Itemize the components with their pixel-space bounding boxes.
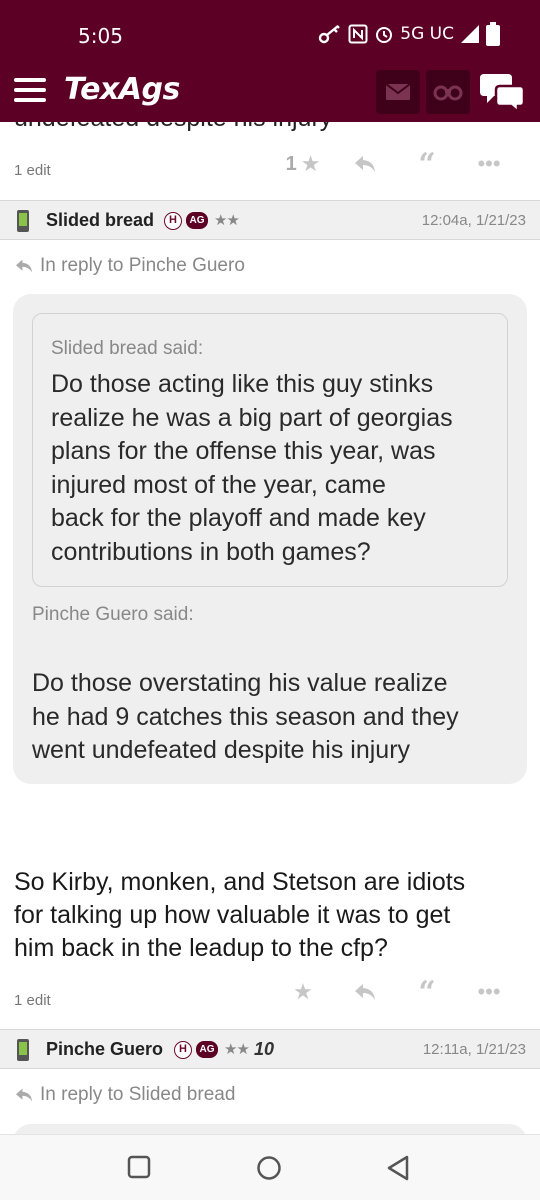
reply-icon	[16, 259, 32, 273]
quote-author: Pinche Guero said:	[32, 604, 194, 625]
post-actions: ★ “ •••	[272, 974, 520, 1010]
post-header: Slided bread H AG ★★ 12:04a, 1/21/23	[0, 200, 540, 240]
post-username[interactable]: Slided bread	[46, 210, 154, 231]
quote-button[interactable]: “	[396, 974, 458, 1010]
more-icon: •••	[477, 151, 501, 176]
post-footer: 1 edit ★ “ •••	[0, 972, 540, 1032]
quote-text: Do those overstating his value realize h…	[32, 669, 459, 764]
reply-icon	[355, 156, 375, 172]
hamburger-icon[interactable]	[14, 78, 46, 102]
system-nav-bar	[0, 1134, 540, 1200]
reply-button[interactable]	[334, 146, 396, 182]
mobile-device-icon	[17, 210, 29, 232]
star-button[interactable]: ★	[272, 974, 334, 1010]
more-button[interactable]: •••	[458, 146, 520, 182]
previous-post-footer: 1 edit 1 ★ “ •••	[0, 142, 540, 202]
post-username[interactable]: Pinche Guero	[46, 1039, 163, 1060]
reply-icon	[355, 984, 375, 1000]
home-icon[interactable]	[256, 1155, 282, 1181]
quote-icon: “	[418, 146, 436, 182]
mobile-device-icon	[17, 1039, 29, 1061]
chat-bubbles-icon[interactable]	[480, 72, 526, 112]
quote-block: Slided bread said: Do those acting like …	[13, 294, 527, 784]
nfc-icon	[348, 24, 368, 44]
post-timestamp[interactable]: 12:04a, 1/21/23	[422, 212, 526, 229]
rank-stars: ★★	[224, 1041, 250, 1058]
post-header: Pinche Guero H AG ★★ 10 12:11a, 1/21/23	[0, 1029, 540, 1069]
alarm-icon	[376, 27, 393, 43]
recents-icon[interactable]	[127, 1155, 151, 1179]
thread-content: undefeated despite his injury 1 edit 1★ …	[0, 122, 540, 1134]
star-icon: ★	[300, 151, 321, 176]
binoculars-icon	[433, 85, 463, 101]
signal-icon	[461, 25, 479, 43]
star-icon: ★	[293, 979, 313, 1004]
ag-badge: AG	[196, 1041, 218, 1058]
mail-icon	[385, 83, 411, 100]
vpn-key-icon	[319, 25, 341, 44]
reply-to-label: In reply to Pinche Guero	[40, 255, 245, 276]
post-actions: 1 ★ “ •••	[272, 146, 520, 182]
messages-button[interactable]	[376, 70, 420, 114]
reply-to-label: In reply to Slided bread	[40, 1084, 236, 1105]
post-timestamp[interactable]: 12:11a, 1/21/23	[423, 1041, 526, 1058]
back-icon[interactable]	[386, 1155, 410, 1181]
ag-badge: AG	[186, 212, 208, 229]
reply-button[interactable]	[334, 974, 396, 1010]
quote-block	[13, 1124, 527, 1134]
reply-icon	[16, 1088, 32, 1102]
rank-stars: ★★	[214, 212, 240, 229]
watched-threads-button[interactable]	[426, 70, 470, 114]
nested-quote-author: Slided bread said:	[51, 338, 204, 359]
h-badge: H	[174, 1041, 192, 1059]
previous-post-text: undefeated despite his injury	[14, 122, 332, 133]
quote-button[interactable]: “	[396, 146, 458, 182]
in-reply-to[interactable]: In reply to Slided bread	[14, 1084, 235, 1106]
nested-quote: Slided bread said: Do those acting like …	[32, 313, 508, 587]
app-header: TexAgs	[0, 60, 540, 122]
status-icons: 5G UC	[318, 22, 500, 46]
network-type: 5G UC	[400, 24, 454, 44]
texags-logo[interactable]: TexAgs	[64, 72, 180, 107]
star-button[interactable]: 1 ★	[272, 146, 334, 182]
battery-icon	[486, 22, 500, 46]
post-body: So Kirby, monken, and Stetson are idiots…	[14, 868, 466, 962]
rank-badge: 10	[254, 1039, 275, 1059]
edit-count[interactable]: 1 edit	[14, 992, 51, 1009]
nested-quote-text: Do those acting like this guy stinks rea…	[51, 370, 453, 566]
status-time: 5:05	[78, 24, 123, 48]
more-icon: •••	[477, 979, 501, 1004]
h-badge: H	[164, 212, 182, 230]
in-reply-to[interactable]: In reply to Pinche Guero	[14, 255, 245, 277]
more-button[interactable]: •••	[458, 974, 520, 1010]
star-count: 1	[285, 152, 297, 175]
edit-count[interactable]: 1 edit	[14, 162, 51, 179]
quote-icon: “	[418, 974, 436, 1010]
